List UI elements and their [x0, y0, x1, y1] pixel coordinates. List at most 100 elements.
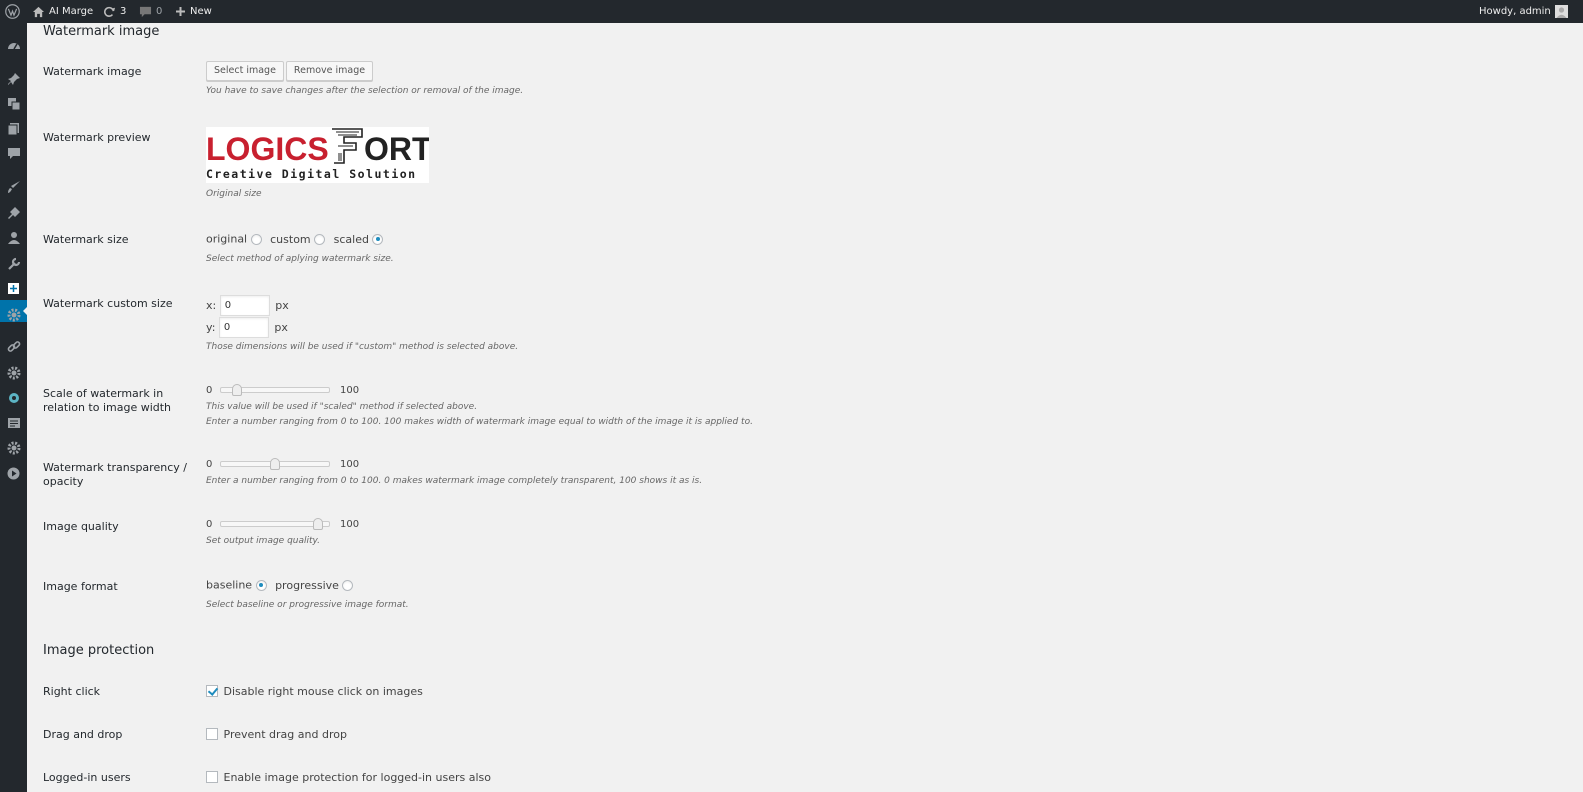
drag-drop-label: Drag and drop — [43, 728, 123, 741]
link-icon[interactable] — [6, 339, 21, 354]
opacity-label: Watermark transparency / opacity — [43, 461, 187, 488]
drag-drop-checkbox-label[interactable]: Prevent drag and drop — [224, 728, 347, 741]
pin-icon[interactable] — [6, 71, 21, 86]
comments-icon[interactable] — [6, 146, 21, 161]
settings-active-icon[interactable] — [6, 281, 21, 296]
my-account-link[interactable]: Howdy, admin — [1479, 0, 1568, 23]
opacity-description: Enter a number ranging from 0 to 100. 0 … — [206, 476, 703, 486]
updates-icon — [102, 6, 116, 18]
scale-slider[interactable] — [220, 384, 330, 396]
comment-bubble-icon — [139, 6, 152, 18]
watermark-preview-field: LOGICS ORT Creative Digital Solution Ori… — [206, 127, 429, 202]
play-icon[interactable] — [6, 466, 21, 481]
site-name: AI Marge — [49, 6, 94, 17]
gear-icon[interactable] — [6, 365, 21, 380]
logged-in-field: Enable image protection for logged-in us… — [206, 770, 491, 784]
opacity-slider-handle[interactable] — [270, 458, 280, 470]
watermark-preview-image: LOGICS ORT Creative Digital Solution — [206, 127, 429, 183]
logo-tagline: Creative Digital Solution — [206, 167, 417, 181]
quality-label: Image quality — [43, 520, 119, 533]
logged-in-label: Logged-in users — [43, 771, 131, 784]
opacity-slider[interactable] — [220, 458, 330, 470]
drag-drop-field: Prevent drag and drop — [206, 727, 347, 741]
updates-link[interactable]: 3 — [102, 0, 126, 23]
right-click-field: Disable right mouse click on images — [206, 684, 423, 698]
custom-size-x-label: x: — [206, 299, 217, 312]
size-option-custom-label: custom — [270, 232, 311, 246]
quality-field: 0 100 Set output image quality. — [206, 517, 359, 549]
scale-field: 0 100 This value will be used if "scaled… — [206, 383, 753, 430]
plus-icon — [175, 6, 186, 17]
new-label: New — [190, 6, 212, 17]
watermark-preview-label: Watermark preview — [43, 131, 151, 144]
right-click-checkbox-label[interactable]: Disable right mouse click on images — [224, 685, 423, 698]
format-progressive-radio[interactable] — [342, 579, 354, 591]
dashboard-icon[interactable] — [6, 38, 21, 53]
custom-size-y-input[interactable]: 0 — [218, 317, 269, 338]
custom-size-y-label: y: — [206, 321, 216, 334]
appearance-icon[interactable] — [6, 179, 21, 194]
quality-slider-handle[interactable] — [313, 518, 324, 530]
select-image-button[interactable]: Select image — [206, 61, 284, 81]
quality-max-label: 100 — [340, 518, 360, 530]
comments-link[interactable]: 0 — [139, 0, 162, 23]
custom-size-label: Watermark custom size — [43, 297, 173, 310]
scale-slider-handle[interactable] — [232, 384, 243, 396]
logged-in-checkbox-label[interactable]: Enable image protection for logged-in us… — [224, 771, 492, 784]
logo-text-right: ORT — [364, 131, 429, 167]
comments-count: 0 — [156, 6, 163, 17]
format-description: Select baseline or progressive image for… — [206, 600, 409, 610]
logged-in-checkbox[interactable] — [206, 771, 218, 783]
logo-f-mark-icon — [332, 128, 363, 164]
opacity-field: 0 100 Enter a number ranging from 0 to 1… — [206, 457, 702, 489]
right-click-checkbox[interactable] — [206, 685, 218, 697]
home-icon — [32, 6, 45, 18]
pages-icon[interactable] — [6, 121, 21, 136]
scale-min-label: 0 — [206, 384, 213, 396]
custom-size-x-unit: px — [275, 299, 289, 312]
format-label: Image format — [43, 580, 118, 593]
logo-text-left: LOGICS — [206, 131, 329, 167]
scale-label: Scale of watermark in relation to image … — [43, 387, 172, 414]
format-progressive-label: progressive — [275, 578, 339, 592]
gear-icon[interactable] — [6, 440, 21, 455]
size-option-original-label: original — [206, 232, 248, 246]
updates-count: 3 — [120, 6, 127, 17]
watermark-image-description: You have to save changes after the selec… — [206, 86, 524, 96]
quality-min-label: 0 — [206, 518, 213, 530]
scale-max-label: 100 — [340, 384, 360, 396]
scale-description-2: Enter a number ranging from 0 to 100. 10… — [206, 417, 753, 427]
format-field: baseline progressive Select baseline or … — [206, 578, 409, 613]
watermark-section-title: Watermark image — [43, 24, 160, 39]
watermark-image-field: Select image Remove image You have to sav… — [206, 61, 523, 99]
watermark-size-label: Watermark size — [43, 233, 129, 246]
quality-slider[interactable] — [220, 518, 330, 530]
plugins-icon[interactable] — [6, 205, 21, 220]
tools-icon[interactable] — [6, 256, 21, 271]
admin-sidebar — [0, 23, 28, 792]
format-baseline-radio[interactable] — [255, 579, 267, 591]
forms-icon[interactable] — [6, 415, 21, 430]
protection-section-title: Image protection — [43, 643, 155, 658]
size-option-custom-radio[interactable] — [314, 233, 326, 245]
wordpress-logo-icon[interactable] — [5, 0, 20, 23]
opacity-min-label: 0 — [206, 458, 213, 470]
drag-drop-checkbox[interactable] — [206, 728, 218, 740]
size-option-scaled-radio[interactable] — [372, 233, 384, 245]
new-content-link[interactable]: New — [175, 0, 212, 23]
users-icon[interactable] — [6, 230, 21, 245]
custom-size-y-unit: px — [274, 321, 288, 334]
site-name-link[interactable]: AI Marge — [32, 0, 93, 23]
scale-description-1: This value will be used if "scaled" meth… — [206, 402, 478, 412]
media-icon[interactable] — [6, 96, 21, 111]
custom-size-x-input[interactable]: 0 — [219, 295, 270, 316]
opacity-max-label: 100 — [340, 458, 360, 470]
gear-icon[interactable] — [6, 307, 21, 322]
watermark-size-field: original custom scaled Select method of … — [206, 232, 394, 267]
right-click-label: Right click — [43, 685, 101, 698]
size-option-scaled-label: scaled — [333, 232, 369, 246]
circle-icon[interactable] — [6, 390, 21, 405]
remove-image-button[interactable]: Remove image — [285, 61, 374, 81]
size-option-original-radio[interactable] — [250, 233, 262, 245]
quality-description: Set output image quality. — [206, 536, 321, 546]
